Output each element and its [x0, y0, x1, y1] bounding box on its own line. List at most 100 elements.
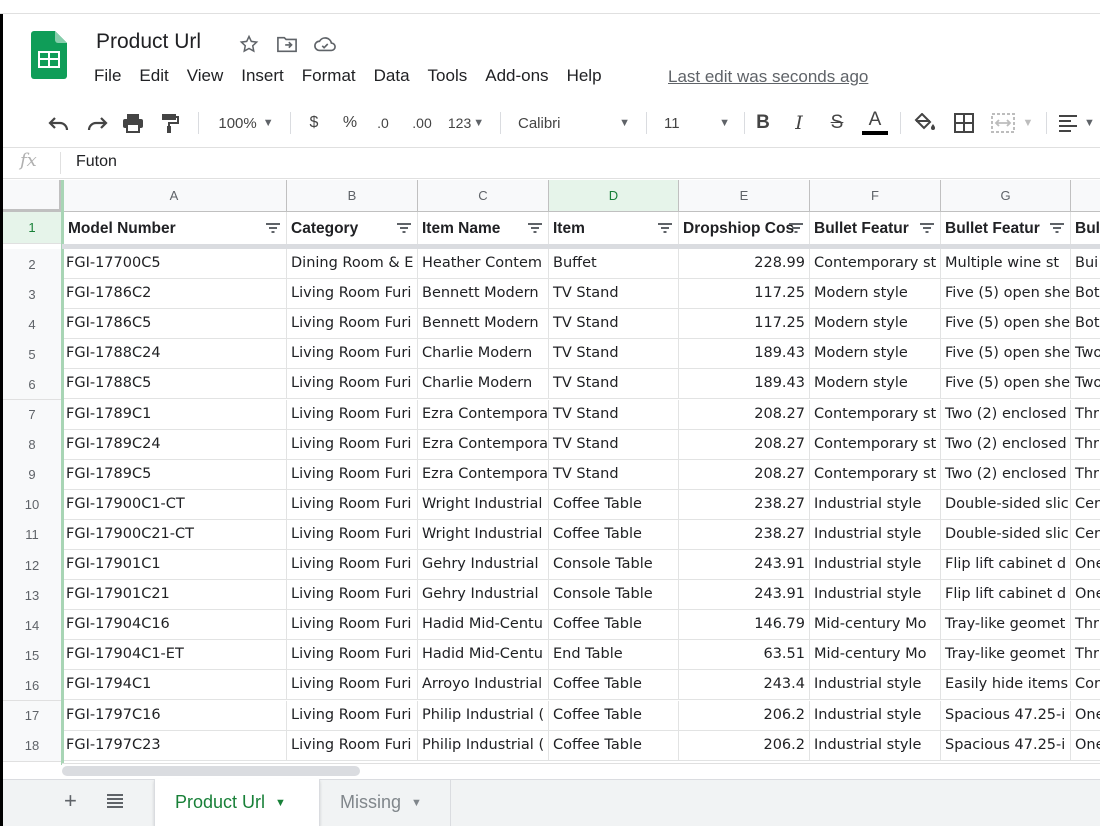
table-cell[interactable]: 117.25 [679, 279, 810, 310]
table-cell[interactable]: Living Room Furi [287, 399, 418, 430]
redo-icon[interactable] [82, 100, 112, 146]
table-cell[interactable]: Charlie Modern [418, 339, 549, 370]
table-cell[interactable]: Bot [1071, 279, 1100, 310]
table-cell[interactable]: Coffee Table [549, 670, 679, 701]
table-cell[interactable]: FGI-1789C24 [62, 429, 287, 460]
font-family-select[interactable]: Calibri ▼ [512, 100, 636, 146]
table-cell[interactable]: Charlie Modern [418, 369, 549, 400]
undo-icon[interactable] [44, 100, 74, 146]
table-cell[interactable]: Living Room Furi [287, 610, 418, 641]
filter-icon[interactable] [1049, 222, 1065, 234]
table-cell[interactable]: FGI-1786C2 [62, 279, 287, 310]
table-cell[interactable]: Console Table [549, 550, 679, 580]
increase-decimal-button[interactable]: .00 [406, 100, 438, 146]
table-cell[interactable]: End Table [549, 640, 679, 671]
menu-help[interactable]: Help [567, 66, 602, 86]
formula-input[interactable]: Futon [76, 153, 117, 171]
table-cell[interactable]: One [1071, 580, 1100, 611]
table-cell[interactable]: Tray-like geomet [941, 640, 1071, 671]
row-header[interactable]: 5 [3, 339, 62, 371]
column-header-h[interactable] [1071, 180, 1100, 212]
row-header[interactable]: 9 [3, 459, 62, 491]
sheets-logo-icon[interactable] [31, 31, 67, 79]
table-cell[interactable]: FGI-17901C1 [62, 550, 287, 580]
paint-format-icon[interactable] [156, 100, 184, 146]
table-cell[interactable]: Living Room Furi [287, 580, 418, 611]
table-cell[interactable]: Industrial style [810, 730, 941, 761]
table-cell[interactable]: One [1071, 550, 1100, 580]
column-header-b[interactable]: B [287, 180, 418, 212]
font-size-select[interactable]: 11 ▼ [658, 100, 736, 146]
row-header[interactable]: 15 [3, 640, 62, 672]
star-icon[interactable] [237, 32, 261, 56]
table-cell[interactable]: Living Room Furi [287, 309, 418, 340]
table-cell[interactable]: Coffee Table [549, 610, 679, 641]
table-cell[interactable]: FGI-17700C5 [62, 249, 287, 279]
table-cell[interactable]: Wright Industrial [418, 489, 549, 520]
table-cell[interactable]: 208.27 [679, 459, 810, 490]
menu-addons[interactable]: Add-ons [485, 66, 548, 86]
all-sheets-menu-icon[interactable] [106, 792, 124, 810]
bold-button[interactable]: B [750, 100, 776, 146]
table-cell[interactable]: Contemporary st [810, 429, 941, 460]
table-cell[interactable]: Living Room Furi [287, 550, 418, 580]
row-header[interactable]: 16 [3, 670, 62, 702]
table-cell[interactable]: Thr [1071, 429, 1100, 460]
column-header-e[interactable]: E [679, 180, 810, 212]
table-cell[interactable]: Coffee Table [549, 519, 679, 550]
table-cell[interactable]: TV Stand [549, 459, 679, 490]
table-cell[interactable]: Living Room Furi [287, 700, 418, 731]
table-cell[interactable]: Coffee Table [549, 730, 679, 761]
row-header[interactable]: 2 [3, 249, 62, 280]
table-cell[interactable]: Flip lift cabinet d [941, 580, 1071, 611]
table-cell[interactable]: Five (5) open she [941, 279, 1071, 310]
table-cell[interactable]: 189.43 [679, 339, 810, 370]
header-cell[interactable]: Bul [1071, 212, 1100, 244]
table-cell[interactable]: 208.27 [679, 399, 810, 430]
table-cell[interactable]: Industrial style [810, 489, 941, 520]
decrease-decimal-button[interactable]: .0 [370, 100, 396, 146]
table-cell[interactable]: 243.4 [679, 670, 810, 701]
table-cell[interactable]: Living Room Furi [287, 730, 418, 761]
table-cell[interactable]: FGI-1797C23 [62, 730, 287, 761]
table-cell[interactable]: Console Table [549, 580, 679, 611]
menu-tools[interactable]: Tools [428, 66, 468, 86]
strikethrough-button[interactable]: S [824, 100, 850, 146]
row-header[interactable]: 13 [3, 580, 62, 612]
italic-button[interactable]: I [786, 100, 812, 146]
table-cell[interactable]: Industrial style [810, 580, 941, 611]
table-cell[interactable]: Bui [1071, 249, 1100, 279]
table-cell[interactable]: Flip lift cabinet d [941, 550, 1071, 580]
table-cell[interactable]: FGI-17901C21 [62, 580, 287, 611]
table-cell[interactable]: Five (5) open she [941, 309, 1071, 340]
table-cell[interactable]: TV Stand [549, 369, 679, 400]
align-icon[interactable]: ▼ [1058, 100, 1100, 146]
row-header[interactable]: 14 [3, 610, 62, 642]
table-cell[interactable]: Tray-like geomet [941, 610, 1071, 641]
table-cell[interactable]: Gehry Industrial [418, 580, 549, 611]
table-cell[interactable]: Ezra Contempora [418, 429, 549, 460]
table-cell[interactable]: Gehry Industrial [418, 550, 549, 580]
table-cell[interactable]: FGI-1786C5 [62, 309, 287, 340]
cloud-status-icon[interactable] [313, 32, 337, 56]
frozen-row-divider[interactable] [62, 244, 1100, 249]
table-cell[interactable]: Philip Industrial ( [418, 700, 549, 731]
table-cell[interactable]: FGI-17900C1-CT [62, 489, 287, 520]
table-cell[interactable]: Two [1071, 369, 1100, 400]
table-cell[interactable]: Coffee Table [549, 489, 679, 520]
filter-icon[interactable] [265, 222, 281, 234]
borders-icon[interactable] [950, 100, 978, 146]
row-header[interactable]: 7 [3, 399, 62, 431]
menu-file[interactable]: File [94, 66, 121, 86]
table-cell[interactable]: TV Stand [549, 429, 679, 460]
table-cell[interactable]: Easily hide items [941, 670, 1071, 701]
table-cell[interactable]: Coffee Table [549, 700, 679, 731]
table-cell[interactable]: FGI-1797C16 [62, 700, 287, 731]
table-cell[interactable]: Ezra Contempora [418, 459, 549, 490]
column-header-a[interactable]: A [62, 180, 287, 212]
text-color-button[interactable]: A [860, 100, 890, 146]
table-cell[interactable]: FGI-17904C16 [62, 610, 287, 641]
table-cell[interactable]: TV Stand [549, 279, 679, 310]
table-cell[interactable]: Spacious 47.25-i [941, 700, 1071, 731]
table-cell[interactable]: 146.79 [679, 610, 810, 641]
